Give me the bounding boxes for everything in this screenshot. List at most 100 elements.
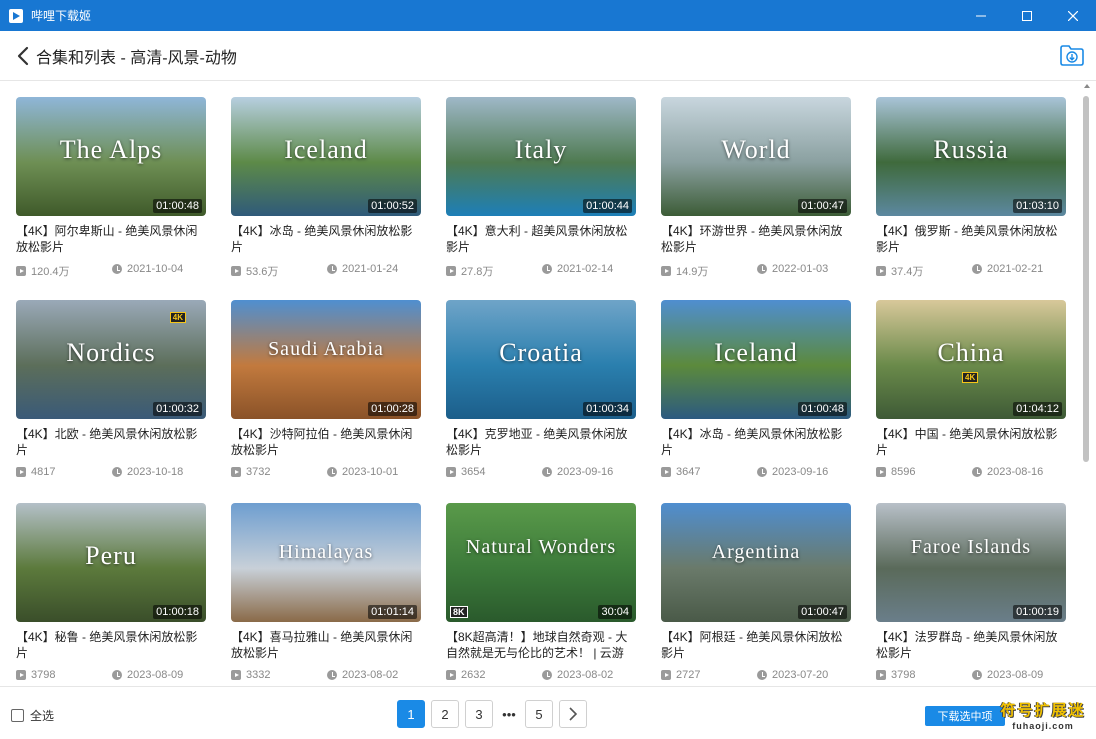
- video-card[interactable]: Faroe Islands 01:00:19 【4K】法罗群岛 - 绝美风景休闲放松…: [876, 503, 1066, 686]
- video-duration: 01:03:10: [1013, 199, 1062, 213]
- video-thumbnail[interactable]: Croatia 01:00:34: [446, 300, 636, 419]
- video-thumbnail[interactable]: China 01:04:12 4K: [876, 300, 1066, 419]
- play-count-icon: [16, 266, 26, 276]
- video-thumbnail[interactable]: Peru 01:00:18: [16, 503, 206, 622]
- publish-date-text: 2023-08-09: [127, 669, 184, 681]
- video-card[interactable]: Iceland 01:00:48 【4K】冰岛 - 绝美风景休闲放松影片 3647 20…: [661, 300, 851, 498]
- view-count-text: 2727: [676, 669, 701, 681]
- quality-badge: 4K: [962, 372, 979, 383]
- video-thumbnail[interactable]: Argentina 01:00:47: [661, 503, 851, 622]
- video-thumbnail[interactable]: The Alps 01:00:48: [16, 97, 206, 216]
- pagination: 1 2 3 ••• 5: [397, 699, 587, 729]
- download-folder-icon: [1060, 45, 1084, 66]
- publish-date-text: 2023-08-02: [557, 669, 614, 681]
- minimize-icon: [976, 15, 986, 16]
- video-card[interactable]: World 01:00:47 【4K】环游世界 - 绝美风景休闲放松影片 14.9万 2…: [661, 97, 851, 295]
- watermark: 符号扩展迷 fuhaoji.com: [993, 699, 1093, 737]
- play-count-icon: [231, 266, 241, 276]
- video-title[interactable]: 【8K超高清！】地球自然奇观 - 大自然就是无与伦比的艺术！ | 云游: [446, 629, 636, 661]
- video-title[interactable]: 【4K】冰岛 - 绝美风景休闲放松影片: [231, 223, 421, 255]
- footer-bar: 全选 1 2 3 ••• 5 下载选中项 符号扩展迷 fuhaoji.com: [0, 686, 1096, 739]
- video-card[interactable]: Himalayas 01:01:14 【4K】喜马拉雅山 - 绝美风景休闲放松影片 3…: [231, 503, 421, 686]
- view-count-text: 120.4万: [31, 266, 70, 278]
- view-count: 37.4万: [876, 263, 923, 279]
- video-title[interactable]: 【4K】秘鲁 - 绝美风景休闲放松影片: [16, 629, 206, 661]
- video-duration: 01:01:14: [368, 605, 417, 619]
- next-page-button[interactable]: [559, 700, 587, 728]
- page-button-3[interactable]: 3: [465, 700, 493, 728]
- video-title[interactable]: 【4K】环游世界 - 绝美风景休闲放松影片: [661, 223, 851, 255]
- video-card[interactable]: Peru 01:00:18 【4K】秘鲁 - 绝美风景休闲放松影片 3798 2023-…: [16, 503, 206, 686]
- video-card[interactable]: Russia 01:03:10 【4K】俄罗斯 - 绝美风景休闲放松影片 37.4万 2…: [876, 97, 1066, 295]
- play-count-icon: [876, 266, 886, 276]
- video-title[interactable]: 【4K】冰岛 - 绝美风景休闲放松影片: [661, 426, 851, 458]
- maximize-button[interactable]: [1004, 0, 1050, 31]
- watermark-text: 符号扩展迷: [1000, 702, 1086, 719]
- view-count: 4817: [16, 466, 55, 478]
- video-card[interactable]: Natural Wonders 30:04 8K 【8K超高清！】地球自然奇观 - 大…: [446, 503, 636, 686]
- download-folder-button[interactable]: [1059, 43, 1085, 67]
- video-meta: 3732 2023-10-01: [231, 466, 421, 482]
- video-title[interactable]: 【4K】北欧 - 绝美风景休闲放松影片: [16, 426, 206, 458]
- page-button-5[interactable]: 5: [525, 700, 553, 728]
- page-button-2[interactable]: 2: [431, 700, 459, 728]
- video-thumbnail[interactable]: Faroe Islands 01:00:19: [876, 503, 1066, 622]
- video-card[interactable]: Croatia 01:00:34 【4K】克罗地亚 - 绝美风景休闲放松影片 3654…: [446, 300, 636, 498]
- close-button[interactable]: [1050, 0, 1096, 31]
- publish-date: 2021-02-21: [972, 263, 1043, 275]
- video-thumbnail[interactable]: Himalayas 01:01:14: [231, 503, 421, 622]
- video-thumbnail[interactable]: Nordics 01:00:32 4K: [16, 300, 206, 419]
- view-count: 14.9万: [661, 263, 708, 279]
- video-duration: 01:00:32: [153, 402, 202, 416]
- video-title[interactable]: 【4K】中国 - 绝美风景休闲放松影片: [876, 426, 1066, 458]
- thumbnail-title: World: [721, 135, 791, 164]
- video-title[interactable]: 【4K】意大利 - 超美风景休闲放松影片: [446, 223, 636, 255]
- video-thumbnail[interactable]: Russia 01:03:10: [876, 97, 1066, 216]
- video-card[interactable]: Saudi Arabia 01:00:28 【4K】沙特阿拉伯 - 绝美风景休闲放松…: [231, 300, 421, 498]
- video-meta: 3654 2023-09-16: [446, 466, 636, 482]
- page-button-1[interactable]: 1: [397, 700, 425, 728]
- play-count-icon: [661, 266, 671, 276]
- video-title[interactable]: 【4K】克罗地亚 - 绝美风景休闲放松影片: [446, 426, 636, 458]
- video-title[interactable]: 【4K】沙特阿拉伯 - 绝美风景休闲放松影片: [231, 426, 421, 458]
- clock-icon: [972, 467, 982, 477]
- publish-date: 2023-08-09: [972, 669, 1043, 681]
- video-duration: 01:00:47: [798, 605, 847, 619]
- back-button[interactable]: [14, 44, 32, 68]
- video-title[interactable]: 【4K】阿根廷 - 绝美风景休闲放松影片: [661, 629, 851, 661]
- clock-icon: [112, 264, 122, 274]
- clock-icon: [327, 467, 337, 477]
- play-count-icon: [446, 467, 456, 477]
- video-thumbnail[interactable]: Natural Wonders 30:04 8K: [446, 503, 636, 622]
- video-card[interactable]: The Alps 01:00:48 【4K】阿尔卑斯山 - 绝美风景休闲放松影片 12…: [16, 97, 206, 295]
- video-card[interactable]: Argentina 01:00:47 【4K】阿根廷 - 绝美风景休闲放松影片 272…: [661, 503, 851, 686]
- video-meta: 120.4万 2021-10-04: [16, 263, 206, 279]
- video-thumbnail[interactable]: Iceland 01:00:52: [231, 97, 421, 216]
- video-title[interactable]: 【4K】俄罗斯 - 绝美风景休闲放松影片: [876, 223, 1066, 255]
- video-card[interactable]: China 01:04:12 4K 【4K】中国 - 绝美风景休闲放松影片 8596 20…: [876, 300, 1066, 498]
- video-thumbnail[interactable]: Italy 01:00:44: [446, 97, 636, 216]
- view-count-text: 14.9万: [676, 266, 709, 278]
- video-card[interactable]: Nordics 01:00:32 4K 【4K】北欧 - 绝美风景休闲放松影片 4817…: [16, 300, 206, 498]
- publish-date: 2023-09-16: [757, 466, 828, 478]
- video-thumbnail[interactable]: Saudi Arabia 01:00:28: [231, 300, 421, 419]
- video-title[interactable]: 【4K】法罗群岛 - 绝美风景休闲放松影片: [876, 629, 1066, 661]
- checkbox-icon[interactable]: [11, 709, 24, 722]
- scroll-thumb[interactable]: [1083, 96, 1089, 462]
- video-thumbnail[interactable]: Iceland 01:00:48: [661, 300, 851, 419]
- clock-icon: [327, 670, 337, 680]
- video-thumbnail[interactable]: World 01:00:47: [661, 97, 851, 216]
- select-all-checkbox[interactable]: 全选: [11, 707, 54, 724]
- thumbnail-title: Nordics: [66, 338, 156, 367]
- publish-date-text: 2021-02-21: [987, 263, 1044, 275]
- vertical-scrollbar[interactable]: [1082, 84, 1092, 686]
- video-title[interactable]: 【4K】阿尔卑斯山 - 绝美风景休闲放松影片: [16, 223, 206, 255]
- minimize-button[interactable]: [958, 0, 1004, 31]
- video-duration: 01:00:18: [153, 605, 202, 619]
- video-card[interactable]: Iceland 01:00:52 【4K】冰岛 - 绝美风景休闲放松影片 53.6万 2…: [231, 97, 421, 295]
- play-count-icon: [231, 467, 241, 477]
- video-title[interactable]: 【4K】喜马拉雅山 - 绝美风景休闲放松影片: [231, 629, 421, 661]
- scroll-up-icon[interactable]: [1084, 84, 1090, 88]
- video-duration: 01:00:34: [583, 402, 632, 416]
- video-card[interactable]: Italy 01:00:44 【4K】意大利 - 超美风景休闲放松影片 27.8万 20…: [446, 97, 636, 295]
